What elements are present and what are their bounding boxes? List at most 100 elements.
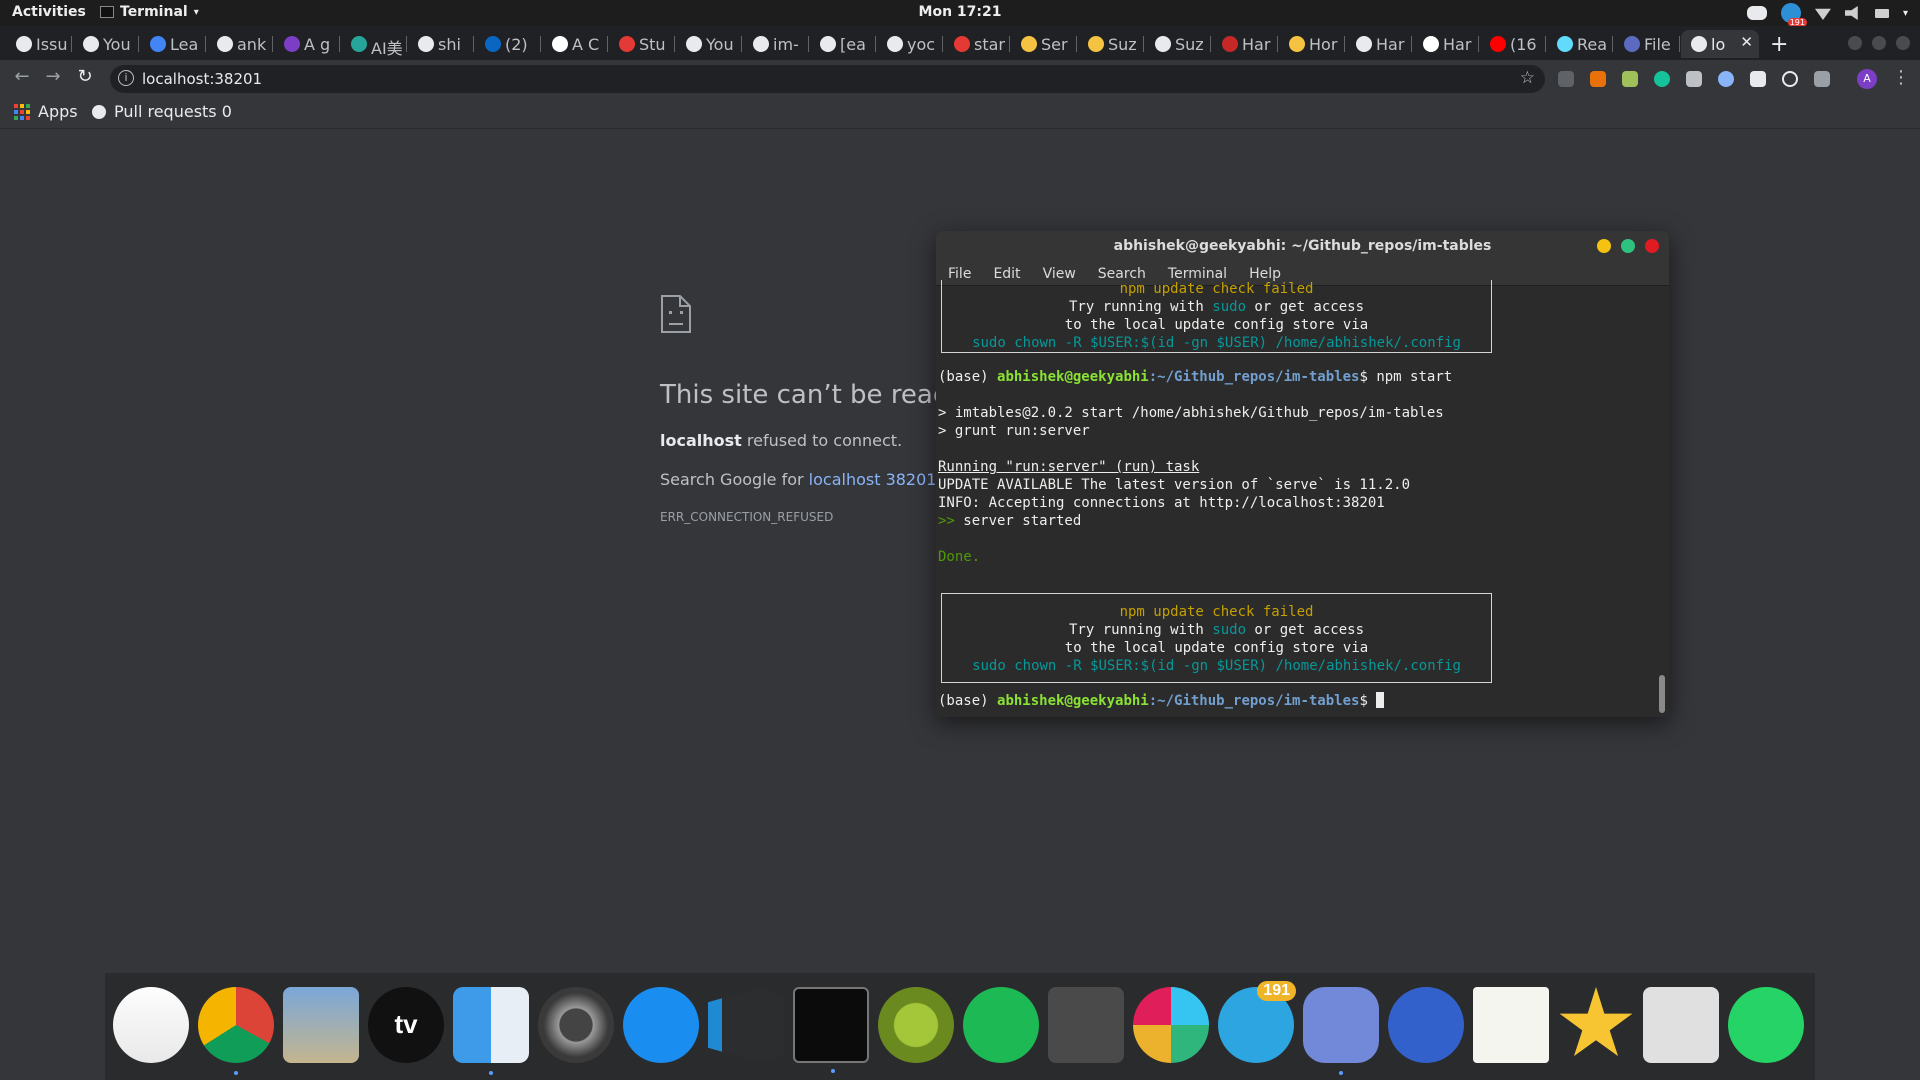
appstore-icon[interactable] (623, 987, 699, 1063)
telegram-icon[interactable]: 191 (1218, 981, 1296, 1063)
terminal-icon[interactable] (793, 987, 869, 1073)
tab-title: Stu (639, 35, 666, 54)
screenshot-icon[interactable] (1643, 987, 1719, 1063)
browser-tab[interactable]: Ser (1011, 30, 1077, 58)
terminal-output[interactable]: npm update check failed Try running with… (936, 280, 1655, 717)
extension-icon[interactable] (1782, 71, 1798, 87)
bookmark-star-icon[interactable]: ☆ (1520, 68, 1535, 88)
browser-tab[interactable]: (2) (475, 30, 541, 58)
search-google-link[interactable]: localhost 38201 (809, 470, 937, 489)
browser-tab[interactable]: You (676, 30, 742, 58)
finder-icon[interactable] (453, 987, 529, 1075)
extension-icon[interactable] (1622, 71, 1638, 87)
url-text[interactable]: localhost:38201 (142, 70, 262, 88)
tab-title: Lea (170, 35, 199, 54)
browser-tab[interactable]: Har (1212, 30, 1278, 58)
browser-tab[interactable]: ank (207, 30, 273, 58)
browser-tab[interactable]: Issu (6, 30, 72, 58)
minimize-button[interactable] (1848, 36, 1862, 50)
output-line: UPDATE AVAILABLE The latest version of `… (938, 477, 1411, 493)
browser-tab[interactable]: A C (542, 30, 608, 58)
tab-title: A C (572, 35, 600, 54)
bookmark-pull-requests[interactable]: Pull requests 0 (92, 102, 232, 121)
appletv-icon[interactable]: tv (368, 987, 444, 1063)
browser-tab[interactable]: lo ✕ (1681, 30, 1759, 58)
apps-grid-icon (14, 103, 30, 120)
output-line: > imtables@2.0.2 start /home/abhishek/Gi… (938, 405, 1444, 421)
browser-tab[interactable]: [ea (810, 30, 876, 58)
tab-title: Ser (1041, 35, 1068, 54)
chrome-icon[interactable] (198, 987, 274, 1075)
clock[interactable]: Mon 17:21 (0, 4, 1920, 20)
output-line: >> server started (938, 513, 1082, 529)
minimize-button[interactable] (1597, 239, 1611, 253)
npm-update-box: npm update check failed Try running with… (941, 280, 1492, 353)
tab-title: Rea (1577, 35, 1608, 54)
browser-tab[interactable]: File (1614, 30, 1680, 58)
vscode-icon[interactable] (708, 987, 784, 1063)
whatsapp-icon[interactable] (1728, 987, 1804, 1063)
browser-tab[interactable]: Suz (1145, 30, 1211, 58)
browser-tab[interactable]: Rea (1547, 30, 1613, 58)
browser-tab[interactable]: star (944, 30, 1010, 58)
browser-tab[interactable]: AI美 (341, 30, 407, 58)
address-bar[interactable]: i localhost:38201 ☆ (110, 65, 1545, 93)
extension-icon[interactable] (1590, 71, 1606, 87)
terminal-titlebar[interactable]: abhishek@geekyabhi: ~/Github_repos/im-ta… (936, 231, 1669, 262)
browser-tab[interactable]: A g (274, 30, 340, 58)
browser-tab[interactable]: Hor (1279, 30, 1345, 58)
browser-tab[interactable]: Har (1413, 30, 1479, 58)
browser-tab[interactable]: Stu (609, 30, 675, 58)
grammarly-icon[interactable] (1654, 71, 1670, 87)
close-window-button[interactable] (1896, 36, 1910, 50)
browser-tab[interactable]: Har (1346, 30, 1412, 58)
extension-icon[interactable] (1558, 71, 1574, 87)
volume-icon[interactable] (1844, 6, 1858, 20)
back-arrow-icon[interactable]: ← (10, 66, 34, 87)
site-info-icon[interactable]: i (118, 70, 134, 86)
preview-icon[interactable] (283, 987, 359, 1063)
starred-icon[interactable] (1559, 987, 1633, 1057)
terminal-scrollbar[interactable] (1659, 675, 1665, 713)
tab-title: im- (773, 35, 799, 54)
new-tab-button[interactable]: + (1770, 32, 1788, 57)
bookmark-apps[interactable]: Apps (14, 102, 78, 121)
discord-tray-icon[interactable] (1746, 6, 1767, 20)
forward-arrow-icon[interactable]: → (41, 66, 65, 87)
discord-icon[interactable] (1303, 987, 1379, 1075)
terminal-window[interactable]: abhishek@geekyabhi: ~/Github_repos/im-ta… (936, 231, 1669, 717)
telegram-tray-icon[interactable]: 191 (1780, 3, 1807, 27)
sublime-icon[interactable] (1048, 987, 1124, 1063)
maximize-button[interactable] (1621, 239, 1635, 253)
browser-tab[interactable]: shi (408, 30, 474, 58)
chevron-down-icon[interactable]: ▾ (1903, 8, 1908, 19)
browser-tab[interactable]: You (73, 30, 139, 58)
more-menu-icon[interactable]: ⋮ (1892, 67, 1910, 88)
android-studio-icon[interactable] (878, 987, 954, 1063)
reload-icon[interactable]: ↻ (73, 66, 97, 87)
slack-icon[interactable] (1133, 987, 1209, 1063)
browser-tab[interactable]: yoc (877, 30, 943, 58)
simplenote-icon[interactable] (1388, 987, 1464, 1063)
browser-tab[interactable]: im- (743, 30, 809, 58)
browser-tab[interactable]: (16 (1480, 30, 1546, 58)
close-button[interactable] (1645, 239, 1659, 253)
settings-icon[interactable] (538, 987, 614, 1063)
maximize-button[interactable] (1872, 36, 1886, 50)
close-tab-icon[interactable]: ✕ (1740, 33, 1753, 51)
terminal-title: abhishek@geekyabhi: ~/Github_repos/im-ta… (1113, 238, 1492, 254)
tab-title: Har (1242, 35, 1271, 54)
music-icon[interactable] (113, 987, 189, 1063)
sad-page-icon (661, 295, 691, 333)
textedit-icon[interactable] (1473, 987, 1549, 1063)
extension-icon[interactable] (1686, 71, 1702, 87)
extension-icon[interactable] (1814, 71, 1830, 87)
spotify-icon[interactable] (963, 987, 1039, 1063)
extension-icon[interactable] (1750, 71, 1766, 87)
wifi-icon[interactable] (1814, 8, 1831, 20)
battery-icon[interactable] (1874, 8, 1889, 18)
browser-tab[interactable]: Suz (1078, 30, 1144, 58)
extension-icon[interactable] (1718, 71, 1734, 87)
profile-avatar[interactable]: A (1857, 69, 1877, 89)
browser-tab[interactable]: Lea (140, 30, 206, 58)
